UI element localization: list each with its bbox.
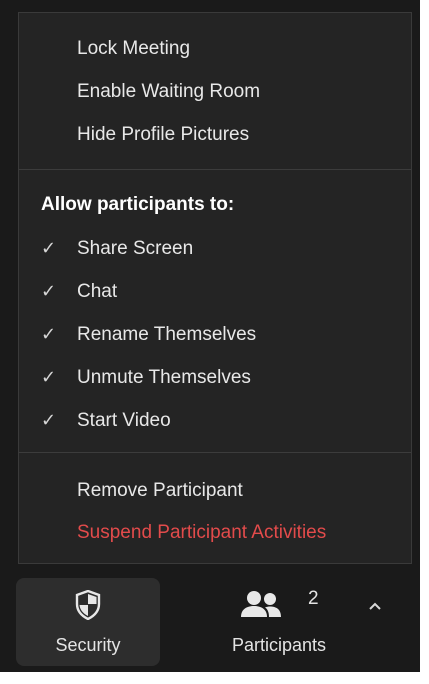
chat-label: Chat	[77, 281, 118, 302]
chat-item[interactable]: ✓ Chat	[41, 274, 117, 308]
security-menu: Lock Meeting Enable Waiting Room Hide Pr…	[18, 12, 412, 564]
suspend-participant-activities-item[interactable]: Suspend Participant Activities	[77, 516, 326, 550]
security-button[interactable]: Security	[16, 578, 160, 666]
rename-themselves-item[interactable]: ✓ Rename Themselves	[41, 317, 256, 351]
check-icon: ✓	[41, 238, 57, 258]
start-video-label: Start Video	[77, 410, 171, 431]
shield-icon	[75, 590, 101, 620]
chevron-up-icon	[369, 602, 381, 610]
start-video-item[interactable]: ✓ Start Video	[41, 403, 171, 437]
participants-options-button[interactable]	[360, 592, 390, 622]
check-icon: ✓	[41, 281, 57, 301]
check-icon: ✓	[41, 324, 57, 344]
meeting-toolbar: Security 2 Participants	[0, 570, 420, 672]
share-screen-item[interactable]: ✓ Share Screen	[41, 231, 193, 265]
remove-participant-item[interactable]: Remove Participant	[77, 474, 243, 508]
participants-icon	[241, 591, 281, 617]
menu-divider	[19, 452, 411, 453]
menu-divider	[19, 169, 411, 170]
share-screen-label: Share Screen	[77, 238, 194, 259]
screen: Lock Meeting Enable Waiting Room Hide Pr…	[0, 0, 429, 684]
participants-label: Participants	[231, 635, 327, 655]
check-icon: ✓	[41, 410, 57, 430]
unmute-themselves-label: Unmute Themselves	[77, 367, 251, 388]
enable-waiting-room-item[interactable]: Enable Waiting Room	[77, 75, 260, 109]
security-label: Security	[55, 635, 121, 655]
rename-themselves-label: Rename Themselves	[77, 324, 257, 345]
participants-button[interactable]: 2 Participants	[204, 578, 354, 666]
lock-meeting-item[interactable]: Lock Meeting	[77, 32, 190, 66]
hide-profile-pictures-item[interactable]: Hide Profile Pictures	[77, 118, 249, 152]
check-icon: ✓	[41, 367, 57, 387]
unmute-themselves-item[interactable]: ✓ Unmute Themselves	[41, 360, 251, 394]
participant-count: 2	[308, 588, 319, 609]
allow-participants-heading: Allow participants to:	[41, 194, 235, 215]
